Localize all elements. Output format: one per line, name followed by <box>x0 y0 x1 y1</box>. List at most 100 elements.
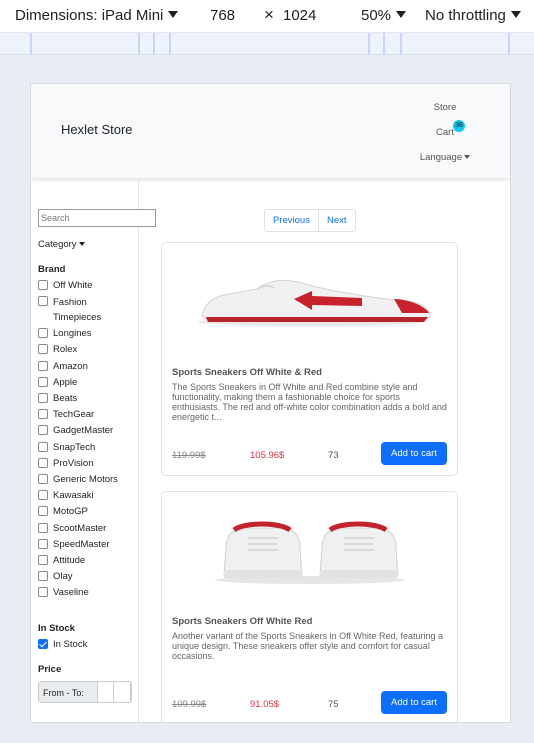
chevron-down-icon <box>168 11 179 18</box>
brand-label: MotoGP <box>53 506 88 518</box>
brand-label: Apple <box>53 376 78 388</box>
search-input[interactable] <box>38 209 156 227</box>
brand-checkbox[interactable] <box>38 328 48 339</box>
device-select[interactable]: Dimensions: iPad Mini <box>15 7 179 24</box>
brand-label: Fashion Timepieces <box>53 297 102 324</box>
brand-checkbox-row[interactable]: Amazon <box>38 360 88 376</box>
brand-label: Rolex <box>53 344 78 356</box>
next-page-button[interactable]: Next <box>317 210 355 231</box>
price-range-group: From - To: <box>38 681 132 703</box>
product-title[interactable]: Sports Sneakers Off White Red <box>172 616 312 627</box>
product-card: Sports Sneakers Off White & Red The Spor… <box>161 242 458 476</box>
brand-checkbox[interactable] <box>38 296 48 307</box>
zoom-label: 50% <box>361 7 392 24</box>
chevron-down-icon <box>396 11 407 18</box>
height-field[interactable]: 1024 <box>283 7 316 24</box>
caret-down-icon <box>464 155 471 159</box>
instock-label: In Stock <box>53 639 88 650</box>
brand-checkbox[interactable] <box>38 393 48 403</box>
brand-checkbox-row[interactable]: GadgetMaster <box>38 424 113 440</box>
brand-checkbox[interactable] <box>38 280 48 290</box>
brand-checkbox-row[interactable]: Off White <box>38 279 92 295</box>
stock-count: 73 <box>328 450 339 461</box>
brand-checkbox-row[interactable]: Beats <box>38 392 77 408</box>
brand-checkbox[interactable] <box>38 457 48 468</box>
price-range-label: From - To: <box>39 682 98 702</box>
brand-label: SnapTech <box>53 441 96 453</box>
brand-checkbox[interactable] <box>38 490 48 501</box>
stock-count: 75 <box>328 699 339 710</box>
brand-checkbox[interactable] <box>38 571 48 582</box>
brand-checkbox-row[interactable]: Attitude <box>38 554 85 570</box>
brand-checkbox[interactable] <box>38 376 48 387</box>
sale-price: 91.05$ <box>250 699 280 710</box>
nav-store-link[interactable]: Store <box>410 101 480 126</box>
price-to-input[interactable] <box>114 682 131 702</box>
brand-checkbox-row[interactable]: Longines <box>38 327 92 343</box>
brand-checkbox-row[interactable]: TechGear <box>38 408 94 424</box>
brand-checkbox[interactable] <box>38 409 48 420</box>
brand-checkbox[interactable] <box>38 538 48 549</box>
brand-checkbox-row[interactable]: Vaseline <box>38 586 89 602</box>
brand-checkbox-row[interactable]: ProVision <box>38 457 94 473</box>
devtools-device-toolbar: Dimensions: iPad Mini 768 × 1024 50% No … <box>0 0 534 33</box>
brand-checkbox[interactable] <box>38 522 48 533</box>
brand-checkbox[interactable] <box>38 555 48 565</box>
brand-checkbox-row[interactable]: SnapTech <box>38 441 95 457</box>
product-title[interactable]: Sports Sneakers Off White & Red <box>172 367 322 378</box>
brand-checkbox-row[interactable]: Olay <box>38 570 73 586</box>
brand-checkbox-row[interactable]: SpeedMaster <box>38 538 110 554</box>
product-card: Sports Sneakers Off White Red Another va… <box>161 491 458 722</box>
filter-sidebar: Category Brand Off White Fashion Timepiec… <box>31 178 156 722</box>
brand-checkbox[interactable] <box>38 441 48 452</box>
brand-checkbox[interactable] <box>38 344 48 355</box>
brand-label: Off White <box>53 280 93 291</box>
category-label: Category <box>38 239 77 250</box>
price-filter-title: Price <box>38 664 62 675</box>
product-image-sneaker-side <box>198 280 431 326</box>
brand-label: Kawasaki <box>53 490 94 502</box>
brand-checkbox[interactable] <box>38 474 48 484</box>
brand-label: SpeedMaster <box>53 538 110 550</box>
brand-checkbox-row[interactable]: Apple <box>38 376 77 392</box>
brand-label: GadgetMaster <box>53 425 114 437</box>
brand-checkbox-row[interactable]: Kawasaki <box>38 489 94 505</box>
instock-checkbox[interactable] <box>38 639 48 649</box>
brand-label: Generic Motors <box>53 474 118 485</box>
nav-cart-link[interactable]: Cart 36 <box>410 120 480 151</box>
width-field[interactable]: 768 <box>210 7 235 24</box>
previous-page-button[interactable]: Previous <box>265 210 318 231</box>
brand-checkbox[interactable] <box>38 425 48 436</box>
chevron-down-icon <box>510 11 521 18</box>
instock-checkbox-row[interactable]: In Stock <box>38 638 87 654</box>
brand-label: Olay <box>53 571 73 583</box>
old-price: 119.99$ <box>172 450 206 461</box>
zoom-select[interactable]: 50% <box>361 7 407 24</box>
category-dropdown[interactable]: Category <box>38 239 85 250</box>
add-to-cart-button[interactable]: Add to cart <box>381 442 447 465</box>
brand-checkbox-row[interactable]: Rolex <box>38 343 77 359</box>
brand-label: TechGear <box>53 409 95 421</box>
product-description: The Sports Sneakers in Off White and Red… <box>172 382 447 422</box>
brand-checkbox[interactable] <box>38 587 48 598</box>
brand-label: ScootMaster <box>53 522 107 534</box>
price-from-input[interactable] <box>97 682 115 702</box>
sale-price: 105.96$ <box>250 450 285 461</box>
brand-logo[interactable]: Hexlet Store <box>61 122 133 137</box>
device-viewport: Hexlet Store Store Cart 36 Language Cate… <box>30 83 511 723</box>
add-to-cart-button[interactable]: Add to cart <box>381 691 447 714</box>
brand-filter-title: Brand <box>38 264 66 275</box>
language-dropdown[interactable]: Language <box>410 151 480 176</box>
brand-checkbox[interactable] <box>38 506 48 517</box>
brand-checkbox-row[interactable]: Generic Motors <box>38 473 118 489</box>
brand-checkbox-row[interactable]: Fashion Timepieces <box>38 295 101 323</box>
brand-checkbox[interactable] <box>38 360 48 371</box>
throttling-select[interactable]: No throttling <box>425 7 521 24</box>
brand-label: ProVision <box>53 457 94 469</box>
old-price: 109.99$ <box>172 699 207 710</box>
navbar: Hexlet Store Store Cart 36 Language <box>31 84 510 178</box>
media-query-ruler[interactable] <box>0 33 534 55</box>
brand-checkbox-row[interactable]: ScootMaster <box>38 522 106 538</box>
brand-checkbox-row[interactable]: MotoGP <box>38 505 88 521</box>
brand-label: Longines <box>53 328 92 340</box>
